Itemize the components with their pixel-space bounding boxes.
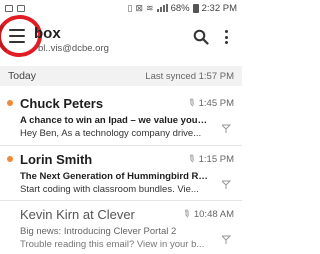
flag-icon[interactable] [221, 235, 231, 245]
battery-icon [192, 3, 199, 13]
mail-app-screen: ▯ ⊠ ≋ 68% 2:32 PM box bl..vis@dcbe.org T… [0, 0, 242, 254]
more-vert-icon[interactable] [222, 29, 230, 45]
section-header-today: Today Last synced 1:57 PM [0, 66, 242, 86]
mail-item[interactable]: Chuck Peters ✎ 1:45 PM A chance to win a… [0, 90, 242, 145]
mail-preview: Hey Ben, As a technology company drive..… [20, 128, 202, 139]
image-notification-icon [17, 4, 25, 12]
mailbox-title: box [34, 25, 61, 42]
mail-sender: Chuck Peters [20, 96, 104, 111]
unread-dot [7, 156, 13, 162]
mail-subject: Big news: Introducing Clever Portal 2 [20, 226, 177, 237]
mail-item[interactable]: Kevin Kirn at Clever ✎ 10:48 AM Big news… [0, 200, 242, 254]
sync-status: Last synced 1:57 PM [145, 70, 234, 82]
mail-meta: ✎ 1:15 PM [184, 152, 234, 167]
mail-subject: The Next Generation of Hummingbird Rob..… [20, 171, 210, 182]
mail-time: 1:15 PM [198, 154, 234, 165]
battery-percent: 68% [170, 2, 190, 14]
notification-icon [5, 4, 13, 12]
status-time: 2:32 PM [201, 2, 237, 14]
alarm-icon: ⊠ [135, 2, 144, 13]
mail-time: 10:48 AM [193, 209, 234, 220]
mail-list: Chuck Peters ✎ 1:45 PM A chance to win a… [0, 90, 242, 254]
mail-sender: Kevin Kirn at Clever [20, 207, 135, 222]
flag-icon[interactable] [221, 124, 231, 134]
mail-subject: A chance to win an Ipad – we value your … [20, 115, 210, 126]
search-icon[interactable] [193, 29, 209, 45]
attachment-icon: ✎ [180, 207, 194, 222]
attachment-icon: ✎ [184, 96, 199, 111]
mail-item[interactable]: Lorin Smith ✎ 1:15 PM The Next Generatio… [0, 145, 242, 200]
mail-sender: Lorin Smith [20, 152, 93, 167]
attachment-icon: ✎ [184, 152, 199, 167]
app-header: box bl..vis@dcbe.org [0, 12, 242, 64]
mail-time: 1:45 PM [198, 98, 234, 109]
account-email: bl..vis@dcbe.org [38, 43, 109, 54]
flag-icon[interactable] [221, 180, 231, 190]
status-left-icons [5, 4, 25, 12]
hamburger-menu-icon[interactable] [9, 29, 25, 43]
section-title: Today [8, 70, 37, 82]
signal-icon [156, 4, 168, 12]
vibrate-icon: ▯ [127, 2, 133, 13]
mail-meta: ✎ 1:45 PM [184, 96, 234, 111]
status-bar: ▯ ⊠ ≋ 68% 2:32 PM [0, 0, 242, 16]
mail-preview: Trouble reading this email? View in your… [20, 239, 205, 250]
mail-preview: Start coding with classroom bundles. Vie… [20, 184, 199, 195]
unread-dot [7, 100, 13, 106]
status-right: ▯ ⊠ ≋ 68% 2:32 PM [128, 3, 237, 14]
mail-meta: ✎ 10:48 AM [180, 207, 234, 222]
wifi-icon: ≋ [146, 2, 154, 13]
